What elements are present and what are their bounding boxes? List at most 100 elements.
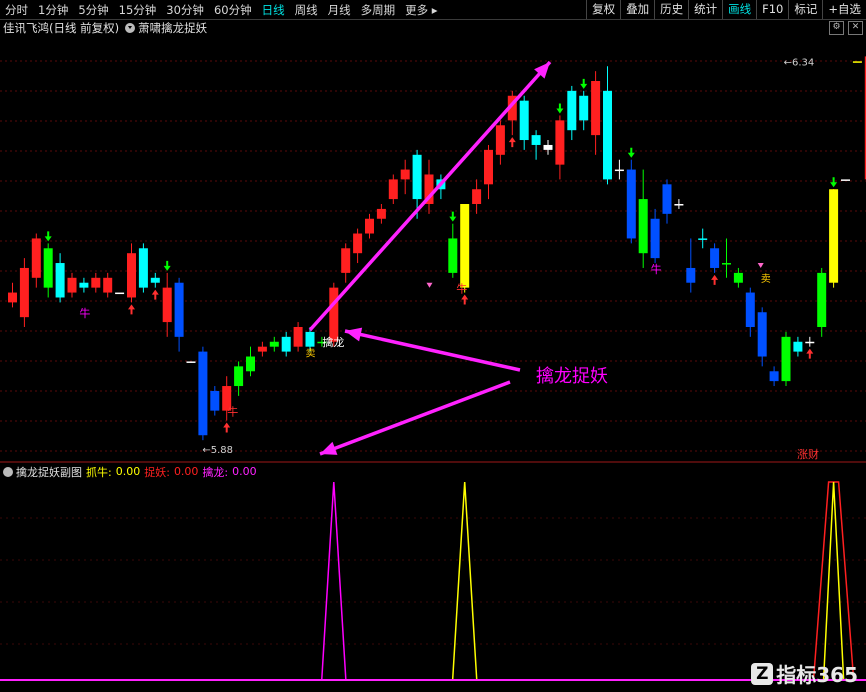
sub-spike [812,481,855,680]
buy-arrow-marker [128,304,135,315]
period-tab-6[interactable]: 日线 [257,2,290,18]
toolbar-button-0[interactable]: 复权 [586,0,620,19]
sub-spike [451,481,478,680]
candle-body [341,248,351,273]
sell-arrow-marker [44,231,52,242]
candle-body [852,61,862,63]
toolbar-button-6[interactable]: 标记 [788,0,822,19]
candle-body [67,277,77,293]
toolbar-button-2[interactable]: 历史 [654,0,688,19]
toolbar: 分时 1分钟 5分钟 15分钟 30分钟 60分钟 日线 周线 月线 多周期 更多 ▸ 复权 叠加 历史… [0,0,866,20]
period-tab-10[interactable]: 更多 ▸ [400,2,442,18]
period-tab-5[interactable]: 60分钟 [209,2,257,18]
high-price-label: ←6.34 [784,57,815,68]
candle-body [388,179,398,200]
candle-body [79,282,89,288]
legend-qinlong-value: 0.00 [232,465,257,478]
low-price-label: ←5.88 [202,445,233,456]
toolbar-button-1[interactable]: 叠加 [620,0,654,19]
candle-body [91,277,101,288]
period-tab-9[interactable]: 多周期 [356,2,401,18]
candle-body [495,125,505,155]
candle-body [817,272,827,327]
candle-body [281,336,291,352]
period-tab-3[interactable]: 15分钟 [114,2,162,18]
candle-body [591,81,601,136]
candle-body [162,287,172,323]
watermark: Z 指标365 [751,659,858,688]
candle-body [805,341,815,344]
period-tab-7[interactable]: 周线 [290,2,323,18]
period-tab-0[interactable]: 分时 [0,2,33,18]
buy-arrow-marker [711,274,719,285]
diamond-marker [426,282,433,288]
candle-body [376,208,386,219]
sell-arrow-marker [556,103,564,114]
indicator-dropdown-icon[interactable] [125,23,136,33]
watermark-logo-icon: Z [751,662,774,685]
candle-body [8,292,17,303]
candle-body [638,199,648,254]
candle-body [31,238,41,278]
candle-body [710,248,720,268]
candle-body [650,218,660,259]
candle-body [460,204,470,288]
candle-body [841,179,850,181]
candle-body [400,169,410,180]
legend-zhuoyao-value: 0.00 [173,465,199,478]
annotation-arrow-head [345,327,363,342]
sub-chart-title[interactable]: 擒龙捉妖副图 [16,464,82,480]
sub-indicator-dropdown-icon[interactable] [3,466,13,477]
candle-body [829,189,839,283]
sell-arrow-marker [580,78,588,89]
zhangcai-badge: 涨财 [797,447,819,461]
annotation-arrow [319,380,511,456]
period-tab-8[interactable]: 月线 [323,2,356,18]
sell-arrow-marker [627,147,635,158]
candle-body [674,204,684,206]
indicator-title[interactable]: 萧啸擒龙捉妖 [138,20,207,36]
sell-marker: 卖 [761,273,771,285]
bull-marker: 牛 [651,262,662,276]
candle-body [519,100,529,141]
buy-arrow-marker [223,422,231,433]
legend-zhuoyao-name: 捉妖: [144,465,170,479]
candle-body [55,263,65,298]
toolbar-button-3[interactable]: 统计 [688,0,722,19]
legend-qinlong-name: 擒龙: [202,465,229,479]
sub-spike [321,481,347,680]
candle-body [412,154,422,200]
buy-arrow-marker [461,294,469,305]
candle-body [555,120,565,165]
period-tab-2[interactable]: 5分钟 [73,2,113,18]
dragon-marker-label: 擒龙 [322,335,344,349]
annotation-label: 擒龙捉妖 [536,366,608,387]
candle-body [769,371,779,382]
sell-arrow-marker [449,211,457,222]
sell-arrow-marker [830,177,838,188]
candle-body [448,238,458,273]
period-tabs: 分时 1分钟 5分钟 15分钟 30分钟 60分钟 日线 周线 月线 多周期 更多 ▸ [0,2,443,18]
candle-body [662,184,672,214]
candle-body [793,341,803,352]
candle-body [210,390,220,411]
toolbar-button-7[interactable]: +自选 [822,0,866,19]
candle-body [198,351,208,436]
chart-titlebar: 佳讯飞鸿(日线 前复权) 萧啸擒龙捉妖 [0,19,207,37]
candle-body [19,267,29,318]
buy-arrow-marker [806,348,814,359]
candle-body [745,292,755,327]
toolbar-button-5[interactable]: F10 [756,0,788,19]
toolbar-button-4[interactable]: 画线 [722,0,756,19]
close-icon[interactable]: ✕ [848,21,863,35]
settings-icon[interactable]: ⚙ [829,21,844,35]
period-tab-1[interactable]: 1分钟 [33,2,73,18]
legend-zhuaniu-name: 抓牛: [86,465,112,479]
toolbar-buttons: 复权 叠加 历史 统计 画线 F10 标记 +自选 [586,0,866,19]
candle-body [567,90,577,131]
candle-body [733,272,743,283]
period-tab-4[interactable]: 30分钟 [161,2,209,18]
bull-marker: 牛 [79,306,90,320]
candle-body [257,346,267,352]
annotation-arrow [344,329,521,372]
